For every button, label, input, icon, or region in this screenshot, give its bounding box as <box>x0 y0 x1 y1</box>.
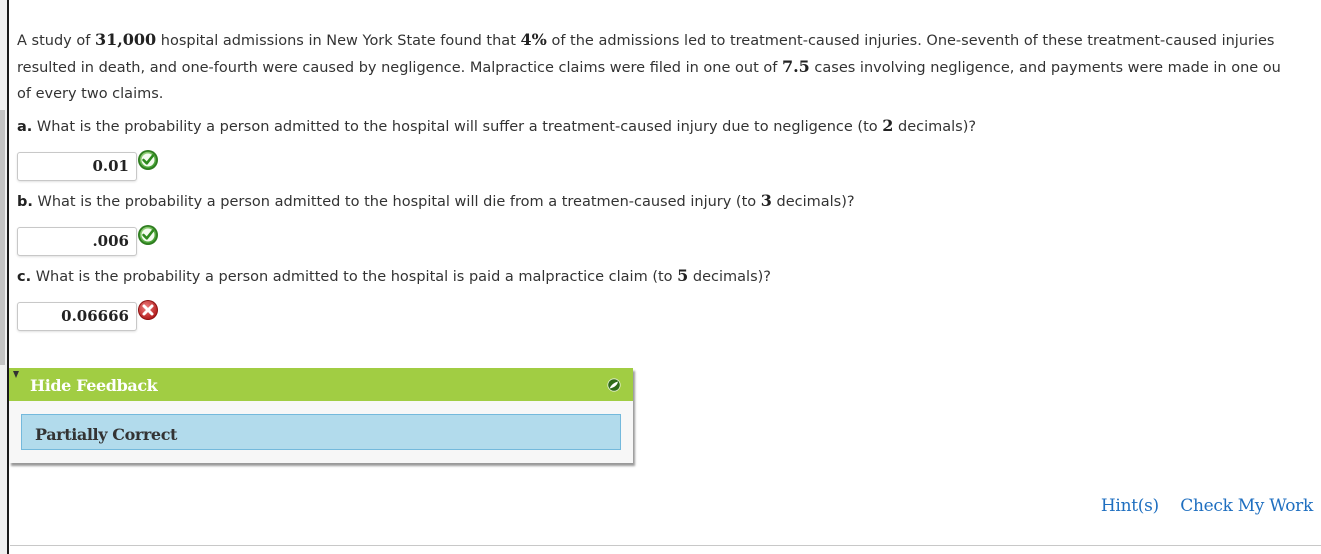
feedback-panel: Hide Feedback Partially Correct <box>9 368 633 463</box>
action-links: Hint(s) Check My Work <box>1085 496 1313 516</box>
problem-line-1: A study of 31,000 hospital admissions in… <box>17 30 1275 49</box>
feedback-toggle[interactable]: Hide Feedback <box>9 368 633 401</box>
injury-percent: 4% <box>520 30 547 49</box>
problem-line-2: resulted in death, and one-fourth were c… <box>17 57 1281 76</box>
hints-link[interactable]: Hint(s) <box>1101 496 1159 516</box>
scrollbar-thumb[interactable] <box>0 110 5 365</box>
problem-line-3: of every two claims. <box>17 86 164 102</box>
partially-correct-label: Partially Correct <box>35 425 178 444</box>
x-circle-icon <box>138 300 158 320</box>
check-circle-icon <box>138 225 158 245</box>
leaf-icon <box>607 378 621 392</box>
problem-statement: A study of 31,000 hospital admissions in… <box>17 27 1321 107</box>
question-b: b. What is the probability a person admi… <box>17 191 855 210</box>
divider <box>10 545 1321 546</box>
answer-input-c[interactable]: 0.06666 <box>17 302 137 331</box>
check-my-work-link[interactable]: Check My Work <box>1180 496 1313 516</box>
admissions-count: 31,000 <box>94 30 157 49</box>
claims-ratio: 7.5 <box>781 57 810 76</box>
answer-input-a[interactable]: 0.01 <box>17 152 137 181</box>
left-scrollbar[interactable] <box>0 0 7 554</box>
hide-feedback-label[interactable]: Hide Feedback <box>30 376 158 395</box>
question-c: c. What is the probability a person admi… <box>17 266 771 285</box>
check-circle-icon <box>138 150 158 170</box>
content-border <box>7 0 9 554</box>
question-a: a. What is the probability a person admi… <box>17 116 977 135</box>
feedback-status: Partially Correct <box>21 414 621 450</box>
answer-input-b[interactable]: .006 <box>17 227 137 256</box>
triangle-down-icon <box>13 371 19 378</box>
